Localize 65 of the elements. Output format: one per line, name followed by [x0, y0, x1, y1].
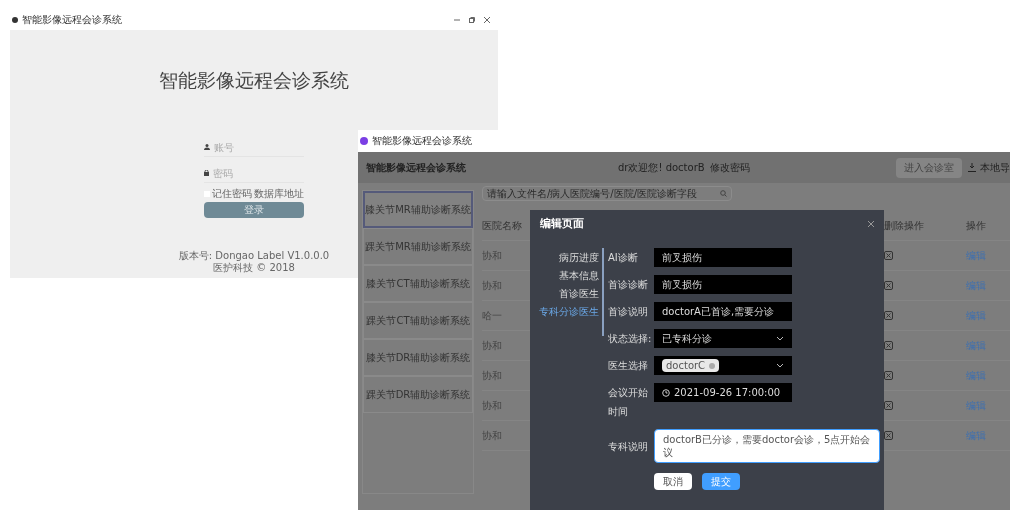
sidebar-item[interactable]: 膝关节DR辅助诊断系统 — [363, 339, 473, 376]
text-field[interactable]: 前叉损伤 — [654, 275, 792, 294]
sidebar-item[interactable]: 踝关节CT辅助诊断系统 — [363, 302, 473, 339]
step-item[interactable]: 专科分诊医生 — [539, 306, 599, 318]
delete-icon[interactable] — [884, 341, 893, 350]
field-label: 首诊说明 — [608, 305, 649, 319]
window-title: 智能影像远程会诊系统 — [372, 136, 472, 146]
import-button[interactable]: 本地导 — [968, 160, 1010, 175]
minimize-icon[interactable] — [454, 17, 460, 23]
field-label: 状态选择: — [608, 332, 653, 346]
sidebar-item[interactable]: 踝关节MR辅助诊断系统 — [363, 228, 473, 265]
field-label: 会议开始时间 — [608, 386, 649, 419]
footer-text: 医护科技 © 2018 — [213, 262, 295, 274]
change-password-link[interactable]: 修改密码 — [709, 160, 750, 175]
delete-icon[interactable] — [884, 371, 893, 380]
sidebar-item[interactable]: 踝关节DR辅助诊断系统 — [363, 376, 473, 413]
database-link[interactable]: 数据库地址 — [254, 188, 304, 199]
step-item[interactable]: 基本信息 — [559, 270, 599, 282]
user-icon — [204, 144, 210, 150]
password-field[interactable]: 密码 — [204, 164, 304, 183]
submit-button[interactable]: 提交 — [702, 473, 740, 490]
field-label: 专科说明 — [608, 439, 649, 454]
search-icon — [720, 190, 727, 197]
app-title: 智能影像远程会诊系统 — [366, 161, 466, 175]
search-field[interactable]: 请输入文件名/病人医院编号/医院/医院诊断字段 — [482, 186, 732, 201]
restore-icon[interactable] — [469, 17, 475, 23]
app-logo-icon — [360, 137, 368, 145]
chevron-down-icon — [776, 363, 784, 368]
delete-icon[interactable] — [884, 311, 893, 320]
textarea-field[interactable]: doctorB已分诊，需要doctor会诊，5点开始会议 — [654, 429, 880, 463]
chevron-down-icon — [776, 336, 784, 341]
sidebar-item[interactable]: 膝关节MR辅助诊断系统 — [363, 191, 473, 228]
sidebar-item[interactable]: 膝关节CT辅助诊断系统 — [363, 265, 473, 302]
download-icon — [968, 163, 976, 172]
lock-icon — [204, 170, 209, 176]
close-icon[interactable] — [484, 17, 490, 23]
doctor-select[interactable]: doctorC — [654, 356, 792, 375]
text-field[interactable]: 前叉损伤 — [654, 248, 792, 267]
login-button[interactable]: 登录 — [204, 201, 304, 218]
footer-text: 版本号: Dongao Label V1.0.0.0 — [178, 250, 330, 262]
username-field[interactable]: 账号 — [204, 138, 304, 157]
delete-icon[interactable] — [884, 281, 893, 290]
field-label: 医生选择 — [608, 359, 649, 373]
datetime-field[interactable]: 2021-09-26 17:00:00 — [654, 383, 792, 402]
close-icon[interactable] — [868, 221, 874, 227]
text-field[interactable]: doctorA已首诊,需要分诊 — [654, 302, 792, 321]
clock-icon — [662, 388, 670, 397]
field-label: AI诊断 — [608, 251, 639, 265]
dialog-title: 编辑页面 — [540, 215, 584, 232]
welcome-text: dr欢迎您! doctorB — [618, 161, 705, 175]
step-item[interactable]: 病历进度 — [559, 252, 599, 264]
app-logo-icon — [12, 17, 18, 23]
step-item[interactable]: 首诊医生 — [559, 288, 599, 300]
window-title: 智能影像远程会诊系统 — [22, 15, 122, 25]
doctor-tag: doctorC — [662, 359, 720, 372]
delete-icon[interactable] — [884, 431, 893, 440]
field-label: 首诊诊断 — [608, 278, 649, 292]
delete-icon[interactable] — [884, 401, 893, 410]
status-select[interactable]: 已专科分诊 — [654, 329, 792, 348]
remember-label: 记住密码 — [212, 188, 252, 199]
column-header: 操作 — [966, 219, 986, 233]
column-header: 删除操作 — [884, 219, 925, 233]
cancel-button[interactable]: 取消 — [654, 473, 692, 490]
login-heading: 智能影像远程会诊系统 — [159, 68, 349, 93]
delete-icon[interactable] — [884, 251, 893, 260]
